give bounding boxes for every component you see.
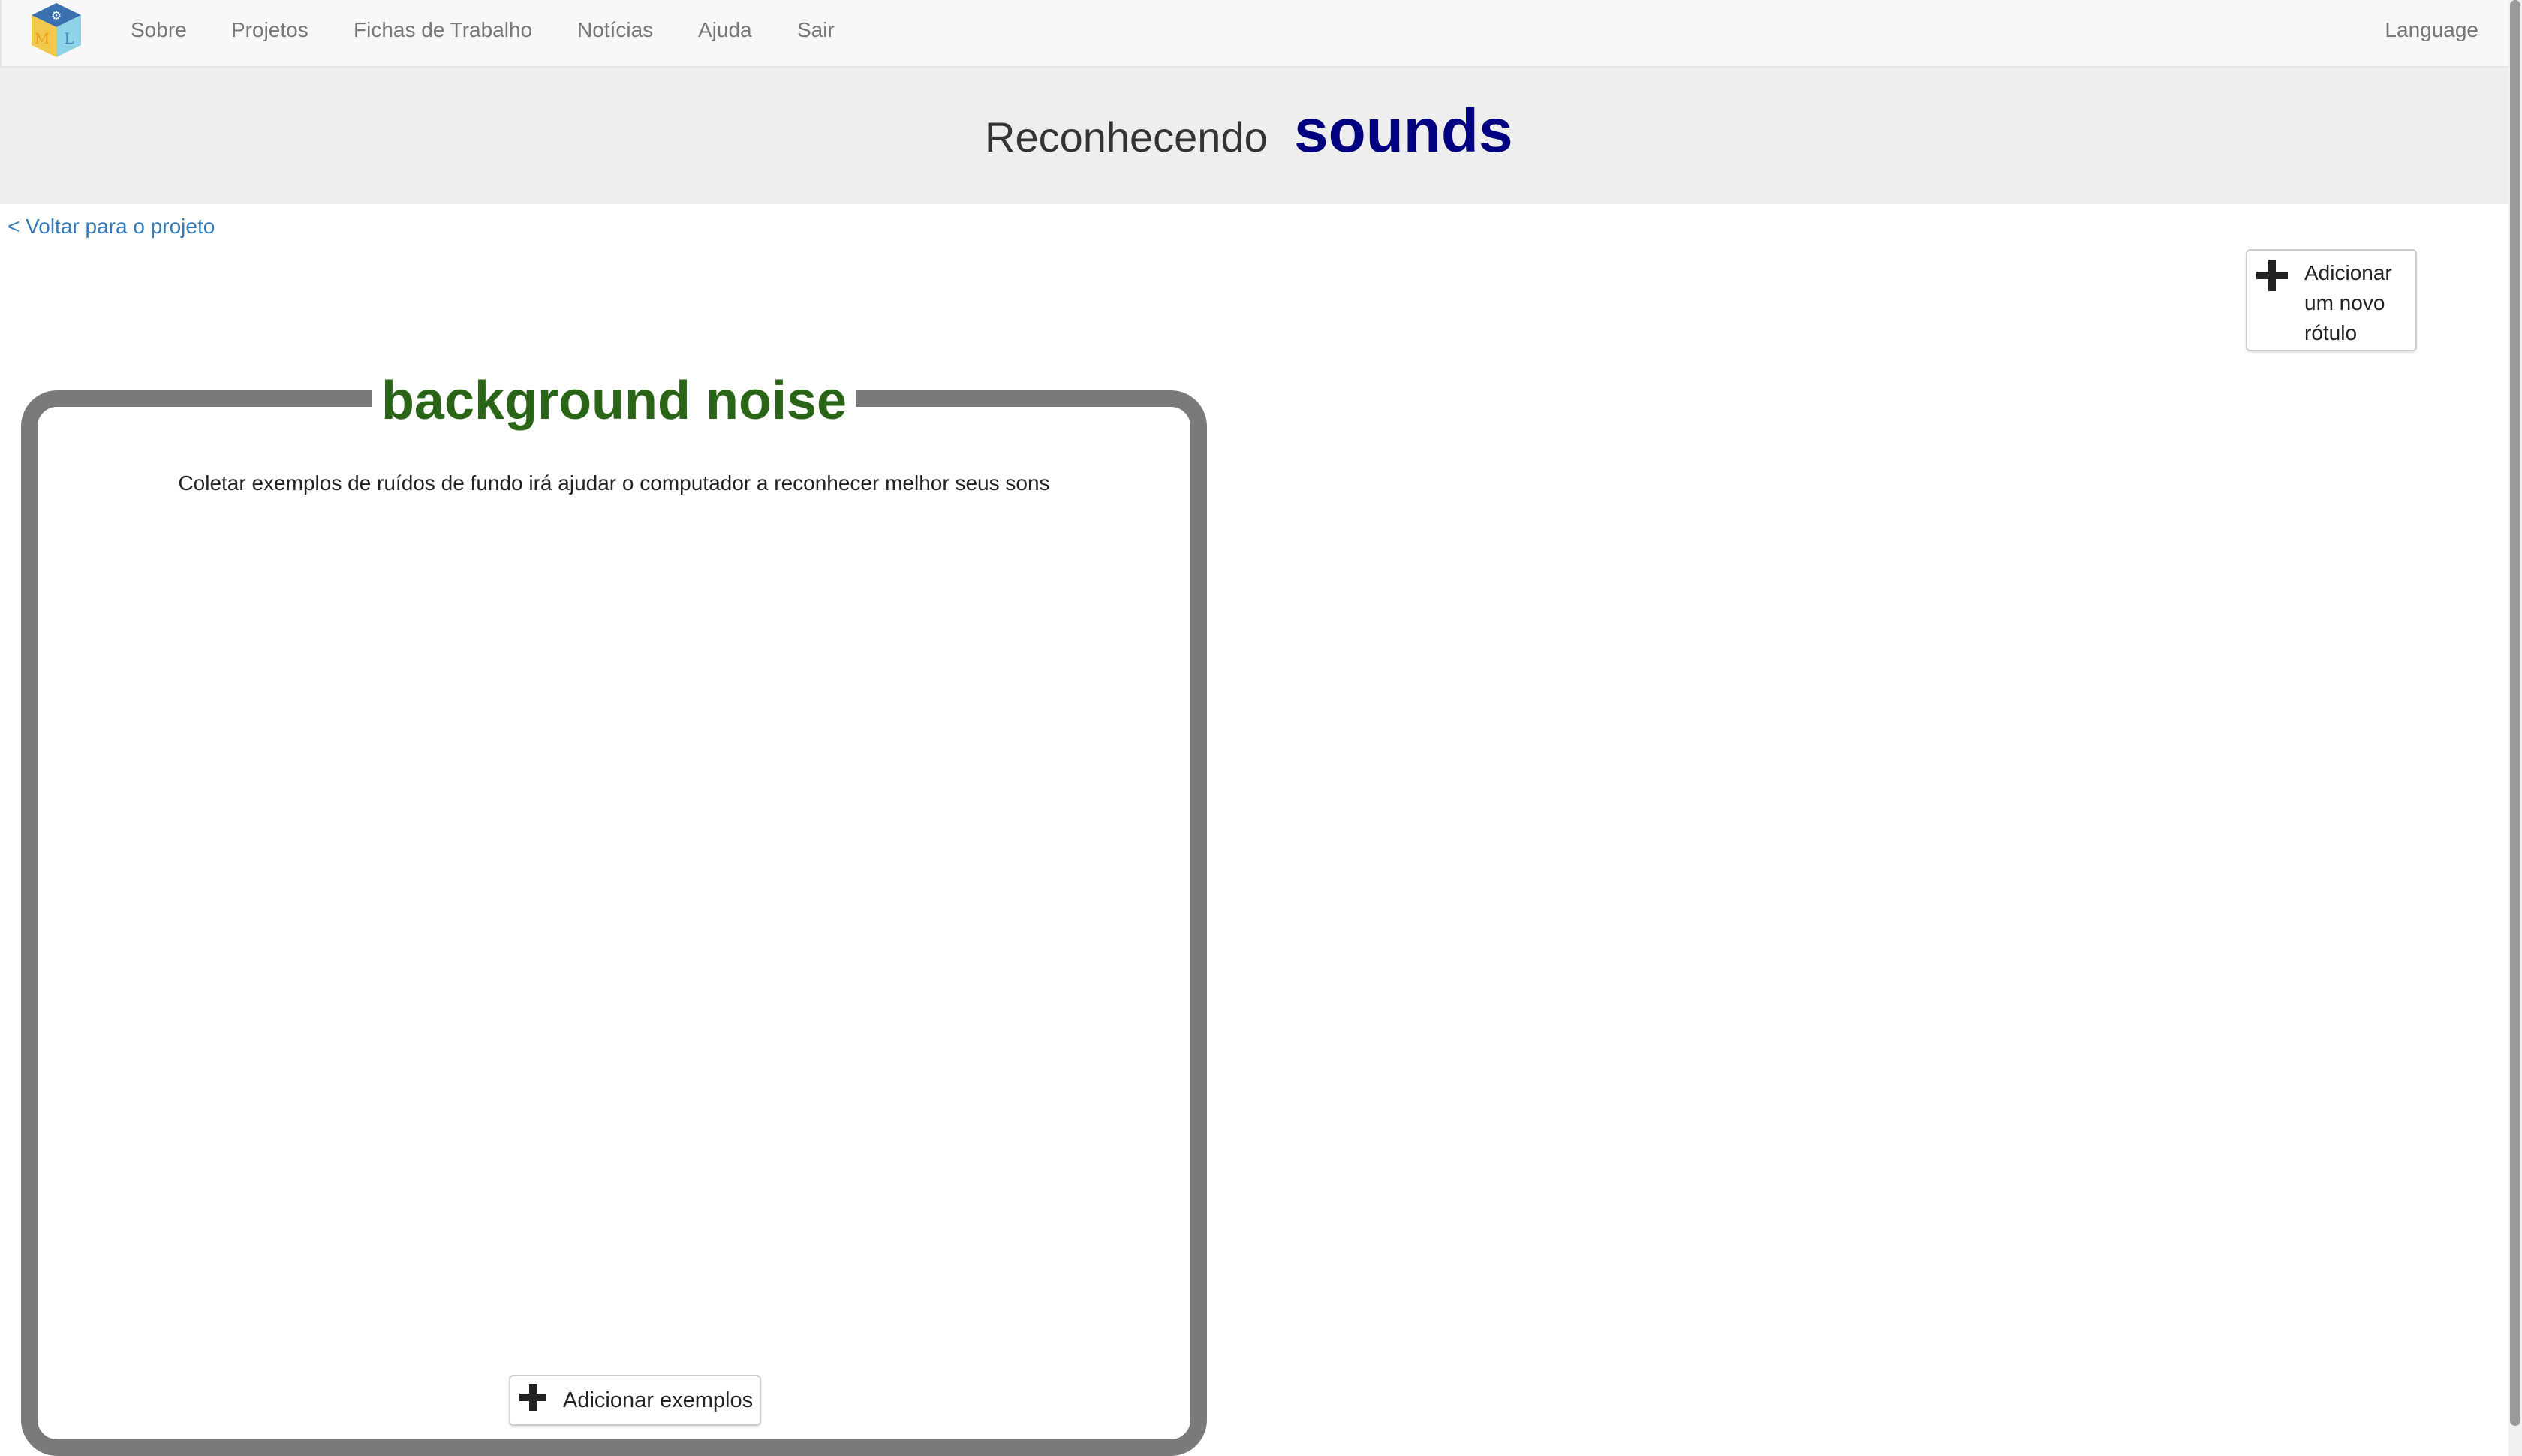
nav-ajuda[interactable]: Ajuda: [698, 17, 752, 44]
language-menu[interactable]: Language: [2385, 17, 2478, 44]
add-label-button-text: Adicionar um novo rótulo: [2304, 261, 2392, 344]
ml-cube-logo-icon[interactable]: ⚙ M L: [29, 2, 84, 59]
add-examples-button[interactable]: Adicionar exemplos: [509, 1375, 761, 1426]
page-title-prefix: Reconhecendo: [985, 113, 1268, 161]
label-bucket-background-noise: background noise Coletar exemplos de ruí…: [21, 371, 1207, 1456]
vertical-scrollbar[interactable]: [2508, 0, 2522, 1456]
label-bucket-title: background noise: [38, 371, 1190, 431]
svg-text:⚙: ⚙: [51, 8, 62, 23]
label-bucket-description: Coletar exemplos de ruídos de fundo irá …: [178, 471, 1050, 495]
scrollbar-thumb[interactable]: [2510, 0, 2520, 1426]
nav-noticias[interactable]: Notícias: [577, 17, 653, 44]
nav-sair[interactable]: Sair: [797, 17, 835, 44]
plus-icon: [519, 1384, 546, 1411]
top-navbar: ⚙ M L Sobre Projetos Fichas de Trabalho …: [0, 0, 2508, 68]
page: ⚙ M L Sobre Projetos Fichas de Trabalho …: [0, 0, 2522, 1456]
project-name: sounds: [1294, 97, 1513, 165]
nav-projetos[interactable]: Projetos: [231, 17, 308, 44]
plus-icon: [2256, 260, 2288, 291]
svg-text:L: L: [64, 29, 74, 47]
nav-fichas-de-trabalho[interactable]: Fichas de Trabalho: [354, 17, 532, 44]
add-label-button[interactable]: Adicionar um novo rótulo: [2246, 249, 2417, 351]
label-name: background noise: [372, 371, 856, 431]
page-header: Reconhecendo sounds: [0, 68, 2508, 204]
add-examples-button-text: Adicionar exemplos: [563, 1388, 754, 1412]
back-to-project-link[interactable]: < Voltar para o projeto: [8, 213, 215, 240]
nav-sobre[interactable]: Sobre: [131, 17, 187, 44]
svg-text:M: M: [35, 29, 50, 47]
